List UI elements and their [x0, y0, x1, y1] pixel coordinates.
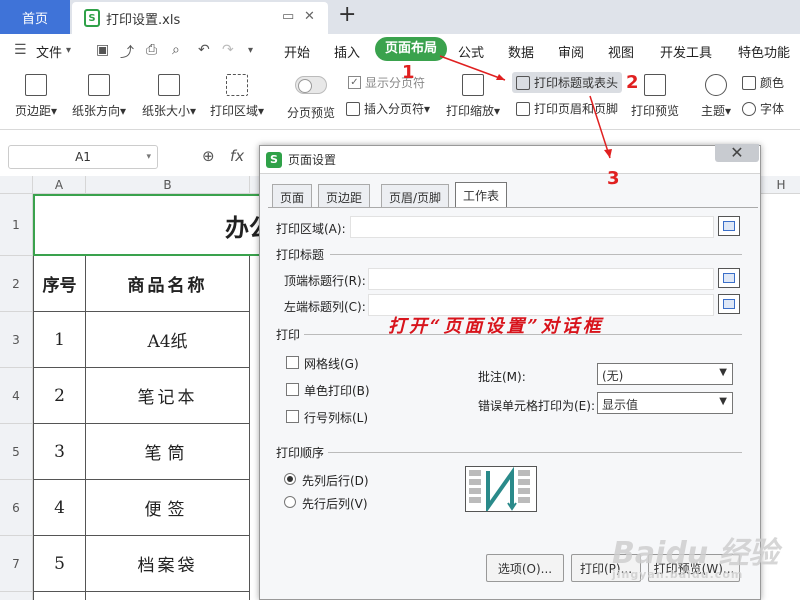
annotation-caption: 打开“页面设置”对话框 [388, 316, 604, 337]
annotation-step-2: 2 [626, 72, 639, 93]
annotation-step-1: 1 [402, 62, 415, 83]
app-window: 首页 S 打印设置.xls ▭ ✕ + ☰ 文件 ▾ ▣ ⤴ ⎙ ⌕ ↶ ↷ ▾… [0, 0, 800, 600]
annotation-arrows [439, 55, 612, 159]
annotation-step-3: 3 [607, 168, 620, 189]
baidu-watermark-logo: Baidu 经验 jingyan.baidu.com [612, 536, 779, 581]
